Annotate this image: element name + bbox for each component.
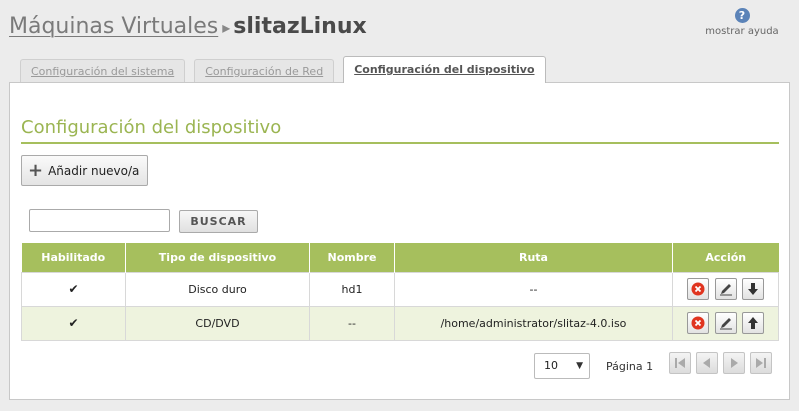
delete-button[interactable]	[687, 278, 709, 300]
tab-network-config[interactable]: Configuración de Red	[194, 59, 335, 83]
edit-button[interactable]	[714, 312, 737, 334]
cell-name: hd1	[309, 271, 395, 307]
enabled-check-icon: ✔	[68, 316, 79, 330]
arrow-up-icon	[748, 317, 758, 329]
table-row: ✔ CD/DVD -- /home/administrator/slitaz-4…	[21, 305, 779, 341]
next-page-button[interactable]	[723, 352, 745, 374]
delete-button[interactable]	[687, 312, 709, 334]
delete-icon	[691, 316, 705, 330]
add-new-label: Añadir nuevo/a	[48, 163, 140, 178]
column-header-device-type[interactable]: Tipo de dispositivo	[125, 243, 310, 272]
breadcrumb-separator-icon: ▸	[222, 18, 231, 37]
plus-icon: +	[28, 159, 44, 181]
page-title: Máquinas Virtuales ▸ slitazLinux	[9, 14, 367, 48]
device-table: Habilitado Tipo de dispositivo Nombre Ru…	[21, 243, 779, 341]
help-label[interactable]: mostrar ayuda	[697, 26, 787, 37]
dropdown-arrow-icon: ▼	[576, 361, 583, 371]
column-header-path[interactable]: Ruta	[394, 243, 673, 272]
edit-button[interactable]	[714, 278, 737, 300]
page-indicator: Página 1	[606, 360, 654, 373]
cell-path: --	[394, 271, 673, 307]
help-link[interactable]: ? mostrar ayuda	[697, 8, 787, 37]
breadcrumb-virtual-machines-link[interactable]: Máquinas Virtuales	[9, 14, 218, 39]
previous-page-icon	[703, 358, 710, 368]
cell-device-type: CD/DVD	[125, 305, 310, 341]
pagination-bar: 10 ▼ Página 1	[10, 349, 791, 379]
cell-path: /home/administrator/slitaz-4.0.iso	[394, 305, 673, 341]
next-page-icon	[731, 358, 738, 368]
arrow-down-icon	[748, 283, 758, 295]
search-input[interactable]	[29, 209, 170, 232]
device-config-panel: Configuración del dispositivo + Añadir n…	[9, 82, 790, 400]
cell-device-type: Disco duro	[125, 271, 310, 307]
previous-page-button[interactable]	[696, 352, 718, 374]
cell-actions	[672, 305, 779, 341]
pencil-icon	[719, 318, 732, 330]
section-title: Configuración del dispositivo	[21, 117, 282, 138]
cell-name: --	[309, 305, 395, 341]
search-button[interactable]: BUSCAR	[179, 210, 258, 233]
first-page-button[interactable]	[669, 352, 691, 374]
table-header-row: Habilitado Tipo de dispositivo Nombre Ru…	[21, 243, 779, 272]
column-header-name[interactable]: Nombre	[309, 243, 395, 272]
first-page-icon	[675, 358, 685, 368]
add-new-button[interactable]: + Añadir nuevo/a	[21, 155, 149, 186]
last-page-button[interactable]	[750, 352, 772, 374]
page-size-value: 10	[544, 359, 558, 372]
section-divider	[21, 142, 779, 144]
page-size-select[interactable]: 10 ▼	[534, 353, 590, 379]
breadcrumb-current: slitazLinux	[233, 14, 367, 39]
help-icon[interactable]: ?	[734, 8, 750, 23]
last-page-icon	[756, 358, 766, 368]
move-up-button[interactable]	[742, 312, 764, 334]
move-down-button[interactable]	[742, 278, 764, 300]
column-header-action: Acción	[672, 243, 779, 272]
tab-device-config[interactable]: Configuración del dispositivo	[343, 56, 546, 83]
column-header-enabled[interactable]: Habilitado	[21, 243, 126, 272]
enabled-check-icon: ✔	[68, 282, 79, 296]
cell-actions	[672, 271, 779, 307]
pencil-icon	[719, 284, 732, 296]
tab-system-config[interactable]: Configuración del sistema	[20, 59, 186, 83]
delete-icon	[691, 282, 705, 296]
table-row: ✔ Disco duro hd1 --	[21, 271, 779, 307]
tab-bar: Configuración del sistema Configuración …	[20, 56, 555, 83]
